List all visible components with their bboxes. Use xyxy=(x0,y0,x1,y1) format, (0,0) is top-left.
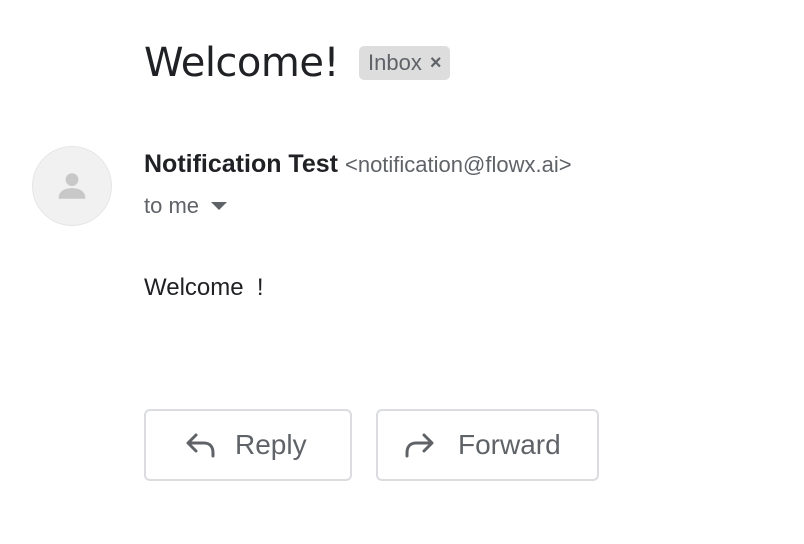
recipient-text: to me xyxy=(144,193,200,218)
email-view: Welcome! Inbox × Notification Test <noti… xyxy=(0,0,804,544)
recipient-details-toggle[interactable] xyxy=(211,192,228,220)
reply-arrow-icon xyxy=(184,428,218,462)
subject-row: Welcome! Inbox × xyxy=(144,36,450,90)
sender-avatar xyxy=(32,146,112,226)
email-body: Welcome ! xyxy=(144,274,264,301)
email-subject: Welcome! xyxy=(144,40,340,86)
recipient-row: to me xyxy=(144,192,228,220)
reply-button[interactable]: Reply xyxy=(144,409,352,481)
person-icon xyxy=(58,173,86,199)
caret-down-icon xyxy=(211,202,228,210)
forward-arrow-icon xyxy=(402,428,436,462)
label-chip-text: Inbox xyxy=(368,50,422,75)
reply-label: Reply xyxy=(235,429,307,460)
label-remove-icon[interactable]: × xyxy=(430,53,442,73)
sender-row: Notification Test <notification@flowx.ai… xyxy=(144,150,572,182)
inbox-label-chip[interactable]: Inbox × xyxy=(359,46,450,80)
sender-name: Notification Test xyxy=(144,150,338,178)
forward-button[interactable]: Forward xyxy=(376,409,599,481)
forward-label: Forward xyxy=(458,429,561,460)
sender-email: <notification@flowx.ai> xyxy=(344,152,572,177)
